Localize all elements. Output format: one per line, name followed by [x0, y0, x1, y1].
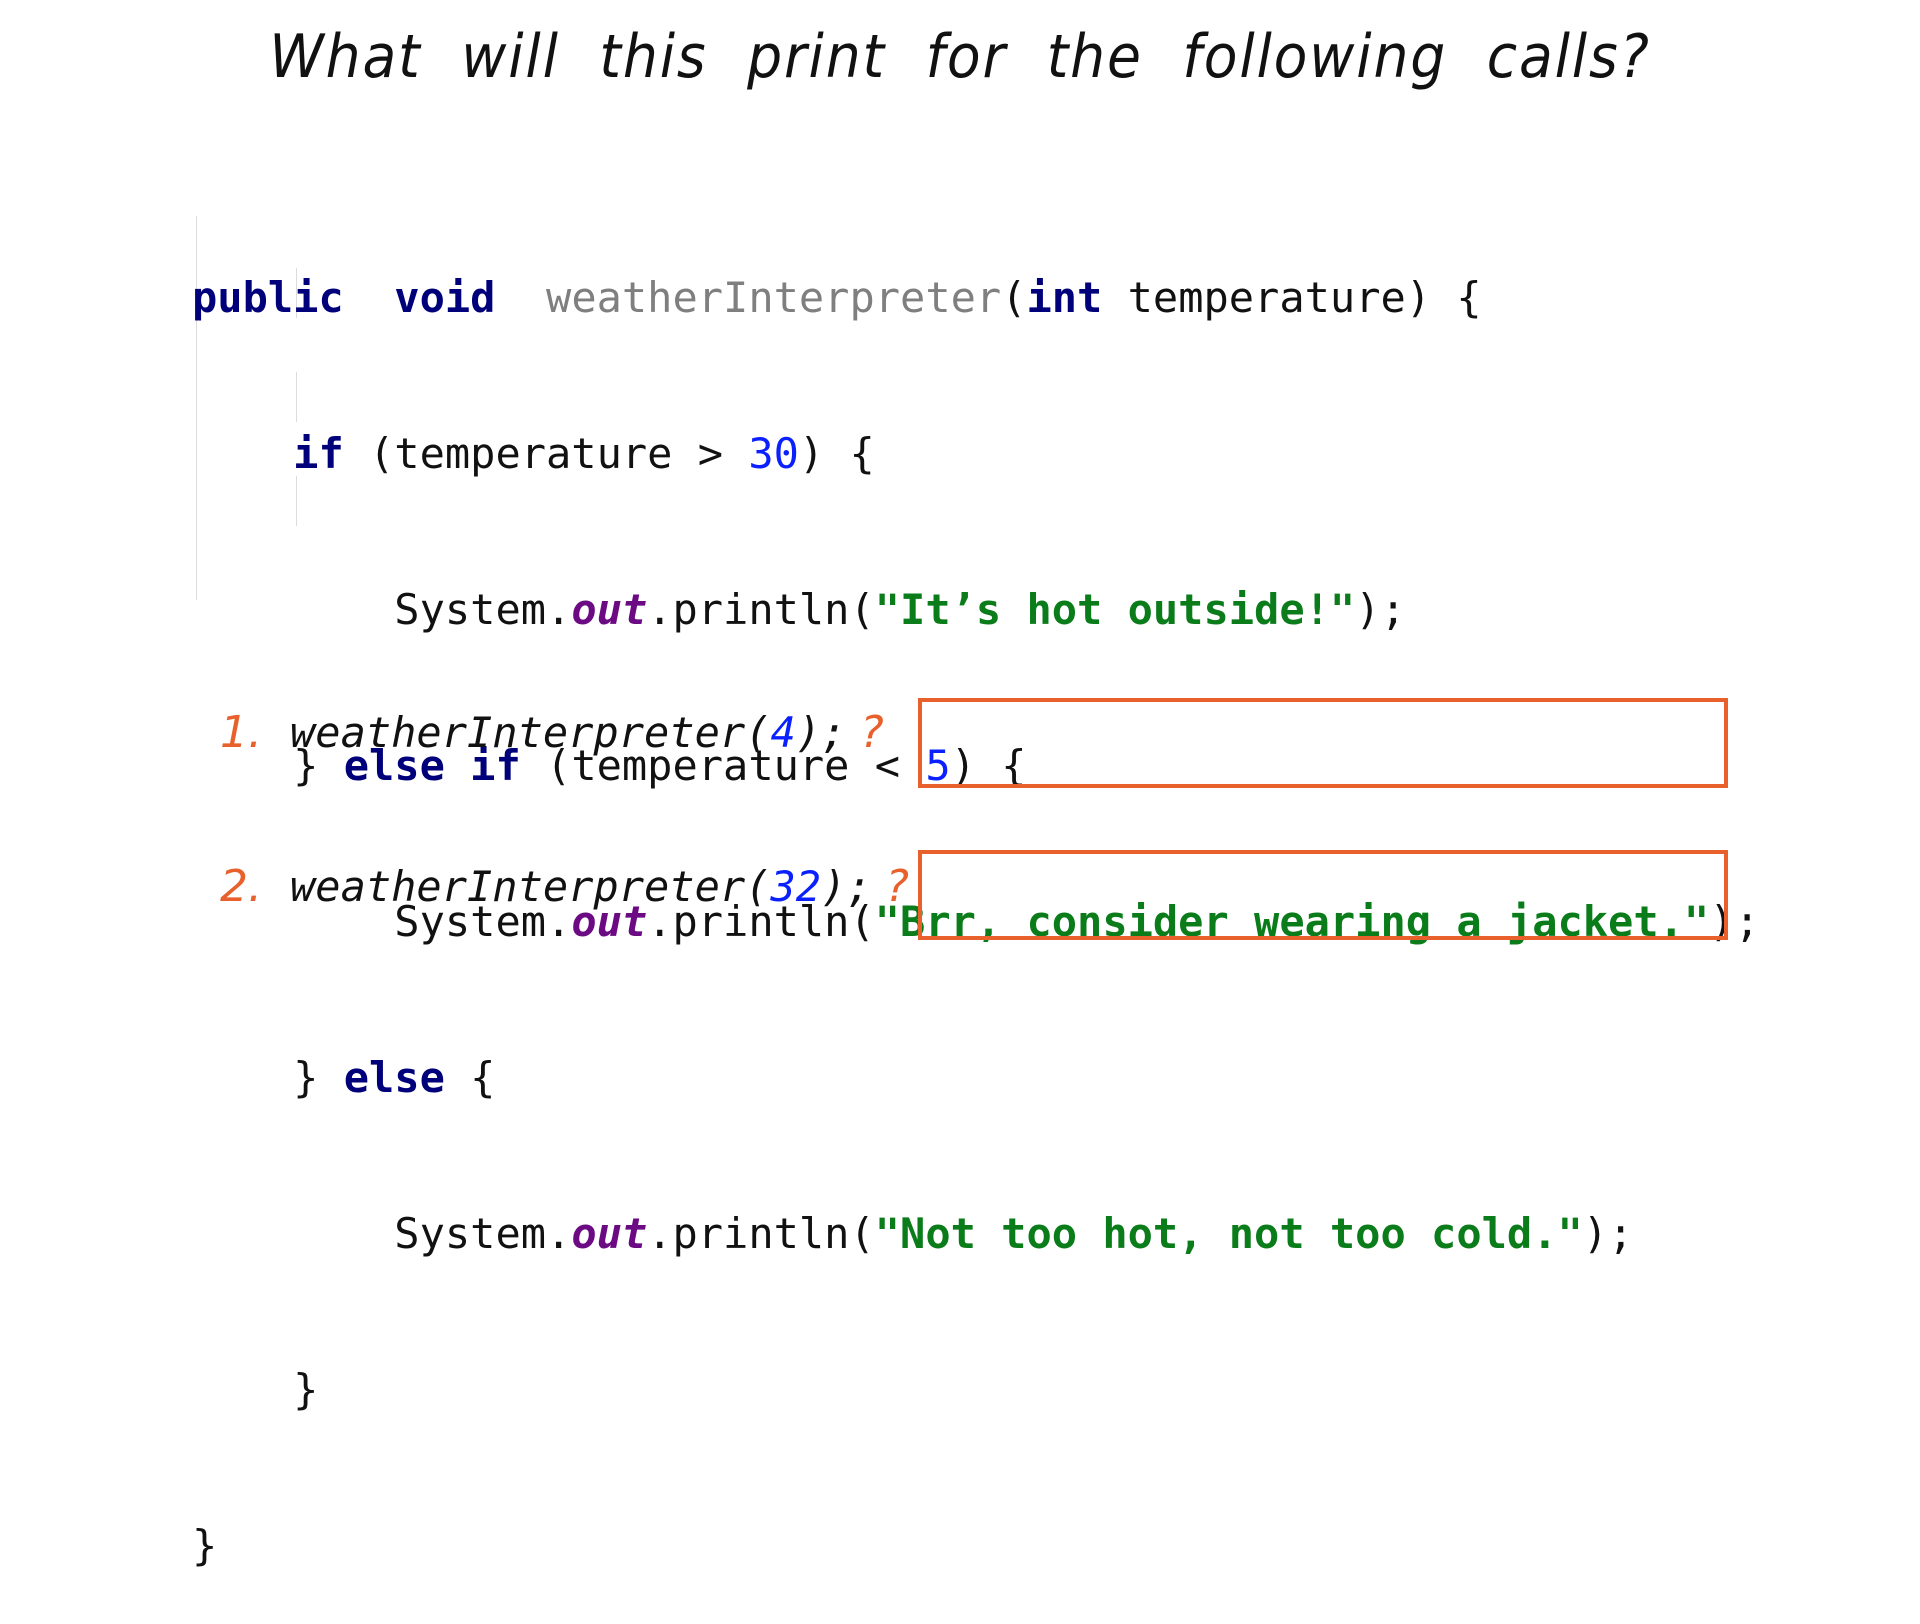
question-2: 2. weatherInterpreter(32); ?: [220, 856, 909, 916]
code-line-print-hot: System.out.println("It’s hot outside!");: [394, 585, 1406, 634]
method-name: weatherInterpreter: [546, 273, 1002, 322]
answer-box-1[interactable]: [918, 698, 1728, 788]
question-1: 1. weatherInterpreter(4); ?: [220, 702, 884, 762]
code-line-else: } else {: [293, 1053, 496, 1102]
code-line-method-signature: public void weatherInterpreter(int tempe…: [192, 273, 1482, 322]
code-line-if: if (temperature > 30) {: [293, 429, 875, 478]
question-number: 1.: [220, 706, 262, 758]
code-line-print-mild: System.out.println("Not too hot, not too…: [394, 1209, 1634, 1258]
code-line-close-method: }: [192, 1521, 218, 1570]
question-call: weatherInterpreter(32);: [290, 861, 872, 911]
code-line-close-if: }: [293, 1365, 319, 1414]
answer-box-2[interactable]: [918, 850, 1728, 940]
question-mark: ?: [885, 860, 909, 912]
question-mark: ?: [860, 706, 884, 758]
question-call: weatherInterpreter(4);: [290, 707, 847, 757]
question-number: 2.: [220, 860, 262, 912]
question-title: What will this print for the following c…: [269, 22, 1651, 92]
